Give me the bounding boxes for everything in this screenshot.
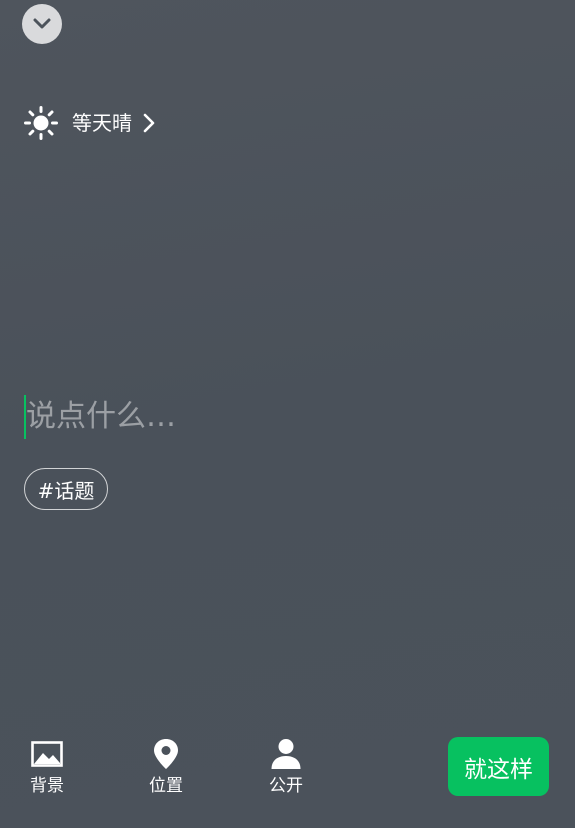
location-label: 位置 (149, 776, 183, 796)
post-text-input[interactable] (26, 393, 544, 441)
topic-button[interactable]: #话题 (24, 468, 108, 510)
background-label: 背景 (30, 776, 64, 796)
collapse-button[interactable] (22, 4, 62, 44)
compose-area (24, 393, 544, 441)
chevron-down-icon (33, 18, 51, 29)
sun-icon (24, 106, 58, 140)
background-button[interactable]: 背景 (12, 738, 82, 795)
location-pin-icon (154, 739, 178, 769)
submit-button[interactable]: 就这样 (448, 737, 549, 796)
location-button[interactable]: 位置 (131, 738, 201, 795)
visibility-button[interactable]: 公开 (251, 738, 321, 795)
visibility-label: 公开 (269, 776, 303, 796)
weather-label: 等天晴 (72, 111, 132, 135)
weather-selector[interactable]: 等天晴 (24, 104, 156, 142)
chevron-right-icon (143, 113, 155, 133)
topic-label: #话题 (37, 478, 95, 503)
image-icon (31, 741, 63, 767)
person-icon (271, 739, 301, 769)
